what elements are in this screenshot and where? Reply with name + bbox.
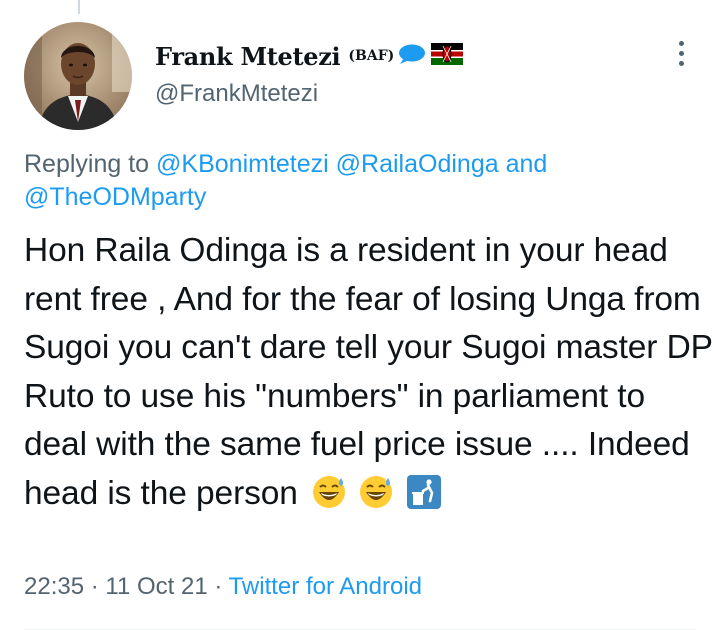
- reply-conjunction: and: [505, 150, 548, 178]
- grinning-sweat-icon: [358, 474, 394, 525]
- reply-mention-kbonimtetezi[interactable]: @KBonimtetezi: [156, 150, 329, 178]
- tweet-source-link[interactable]: Twitter for Android: [229, 573, 422, 600]
- meta-separator: ·: [90, 573, 99, 600]
- author-display-name[interactable]: Frank Mtetezi: [155, 42, 341, 71]
- speech-bubble-icon: [397, 43, 427, 70]
- more-options-button[interactable]: [668, 38, 694, 68]
- tweet-time[interactable]: 22:35: [24, 573, 84, 600]
- tweet-meta: 22:35 · 11 Oct 21 · Twitter for Android: [24, 573, 422, 601]
- meta-separator: ·: [214, 573, 223, 600]
- more-dot-icon: [678, 50, 684, 56]
- tweet-body: Hon Raila Odinga is a resident in your h…: [24, 227, 714, 524]
- reply-prefix: Replying to: [24, 150, 150, 178]
- author-handle[interactable]: @FrankMtetezi: [155, 80, 318, 108]
- more-dot-icon: [678, 60, 684, 66]
- avatar-photo: [24, 22, 132, 130]
- tweet-date[interactable]: 11 Oct 21: [105, 573, 207, 600]
- reply-mention-theodmparty[interactable]: @TheODMparty: [24, 183, 206, 211]
- grinning-sweat-icon: [311, 474, 347, 525]
- tweet-text: Hon Raila Odinga is a resident in your h…: [24, 232, 713, 512]
- litter-bin-icon: [406, 474, 442, 525]
- thread-connector-line: [78, 0, 80, 14]
- kenya-flag-icon: [431, 42, 464, 70]
- author-name-badge: (BAF): [348, 48, 395, 64]
- avatar[interactable]: [24, 22, 132, 130]
- author-name-row[interactable]: Frank Mtetezi (BAF): [155, 38, 464, 74]
- reply-mention-railaodinga[interactable]: @RailaOdinga: [336, 150, 499, 178]
- more-dot-icon: [678, 40, 684, 46]
- reply-context: Replying to @KBonimtetezi @RailaOdinga a…: [24, 148, 684, 214]
